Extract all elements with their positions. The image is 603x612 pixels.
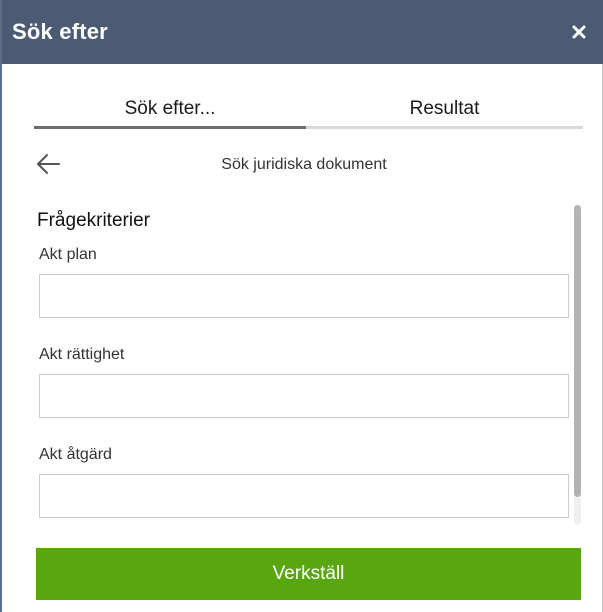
field-label-akt-rattighet: Akt rättighet: [39, 346, 125, 363]
apply-button[interactable]: Verkställ: [36, 548, 581, 600]
search-panel: Sök efter Sök efter... Resultat Sök juri…: [0, 0, 603, 612]
tab-results[interactable]: Resultat: [306, 92, 583, 126]
panel-title: Sök efter: [12, 19, 108, 44]
vertical-scrollbar[interactable]: [574, 205, 581, 525]
page-subtitle: Sök juridiska dokument: [221, 156, 387, 173]
panel-titlebar: Sök efter: [2, 0, 603, 64]
akt-atgard-input[interactable]: [39, 474, 569, 518]
arrow-left-icon[interactable]: [35, 153, 61, 175]
field-label-akt-plan: Akt plan: [39, 246, 97, 263]
akt-plan-input[interactable]: [39, 274, 569, 318]
tab-search[interactable]: Sök efter...: [34, 92, 306, 126]
tab-bar: Sök efter... Resultat: [34, 92, 583, 130]
criteria-heading: Frågekriterier: [37, 210, 150, 231]
field-label-akt-atgard: Akt åtgärd: [39, 446, 112, 463]
close-icon[interactable]: [569, 22, 589, 42]
akt-rattighet-input[interactable]: [39, 374, 569, 418]
scrollbar-thumb[interactable]: [574, 205, 581, 497]
tab-active-indicator: [34, 126, 306, 129]
